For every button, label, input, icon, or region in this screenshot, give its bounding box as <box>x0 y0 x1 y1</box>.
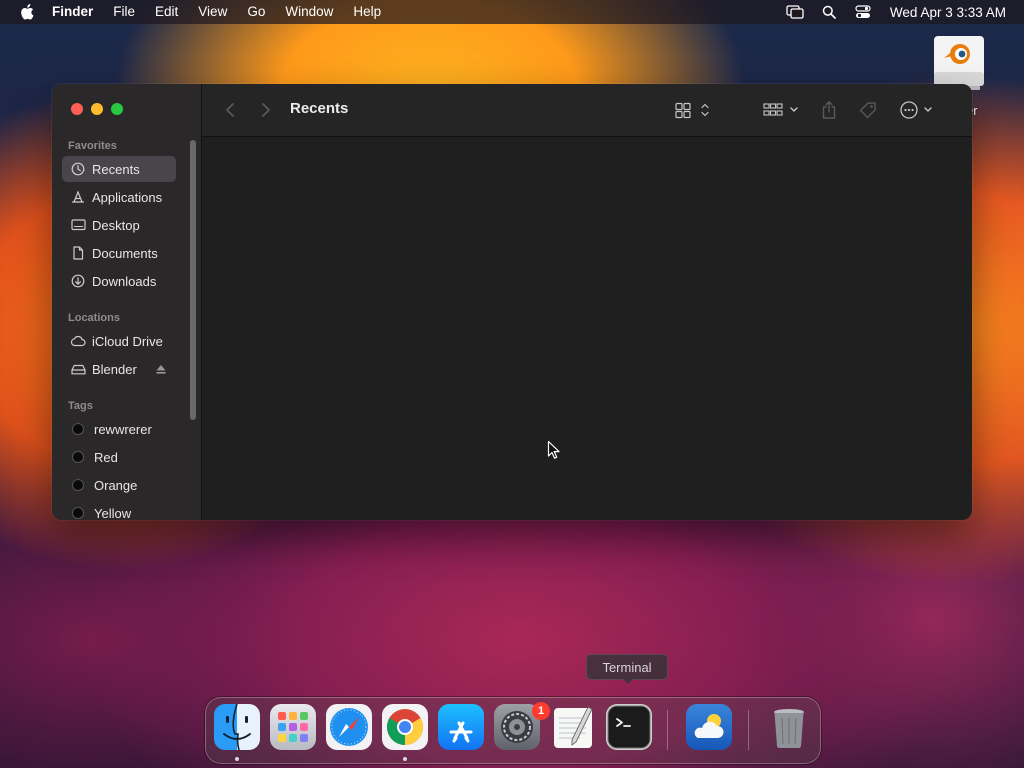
sidebar-item-label: Red <box>94 449 118 465</box>
menu-help[interactable]: Help <box>353 0 381 24</box>
sidebar-item-label: Downloads <box>92 273 157 289</box>
sidebar-tag-red[interactable]: Red <box>62 444 176 470</box>
share-icon[interactable] <box>818 98 840 122</box>
sidebar-item-label: Applications <box>92 189 163 205</box>
sidebar-scrollbar[interactable] <box>190 140 196 420</box>
dock-launchpad-icon[interactable] <box>270 704 316 750</box>
sidebar-tag-orange[interactable]: Orange <box>62 472 176 498</box>
sidebar-item-blender[interactable]: Blender <box>62 356 176 382</box>
finder-content[interactable]: Recents <box>202 84 972 520</box>
dock-separator <box>748 710 749 750</box>
dock-trash-icon[interactable] <box>766 704 812 750</box>
sidebar-item-desktop[interactable]: Desktop <box>62 212 176 238</box>
icon-view-icon[interactable] <box>672 98 712 122</box>
forward-icon[interactable] <box>256 98 276 122</box>
sidebar-item-label: iCloud Drive <box>92 333 163 349</box>
dock-app-store-icon[interactable] <box>438 704 484 750</box>
tag-color-dot <box>72 451 84 463</box>
locations-header: Locations <box>68 312 120 324</box>
window-controls <box>71 103 123 115</box>
tag-color-dot <box>72 479 84 491</box>
dock-terminal-icon[interactable] <box>606 704 652 750</box>
eject-icon[interactable] <box>154 362 168 376</box>
menu-app-name[interactable]: Finder <box>52 0 93 24</box>
tag-icon[interactable] <box>856 98 880 122</box>
minimize-button[interactable] <box>91 103 103 115</box>
dock-tooltip: Terminal <box>586 654 668 680</box>
menu-go[interactable]: Go <box>247 0 265 24</box>
sidebar-item-label: Yellow <box>94 505 132 521</box>
sidebar-tag-rewwrerer[interactable]: rewwrerer <box>62 416 176 442</box>
sidebar-item-documents[interactable]: Documents <box>62 240 176 266</box>
menu-clock[interactable]: Wed Apr 3 3:33 AM <box>890 5 1006 20</box>
dock-finder-icon[interactable] <box>214 704 260 750</box>
menu-bar: Finder File Edit View Go Window Help Wed… <box>0 0 1024 24</box>
group-icon[interactable] <box>760 98 802 122</box>
menu-window[interactable]: Window <box>285 0 333 24</box>
mouse-cursor-icon <box>547 440 561 460</box>
sidebar-item-label: Desktop <box>92 217 140 233</box>
applications-icon <box>68 184 88 210</box>
dock-running-indicator <box>235 757 239 761</box>
finder-toolbar: Recents <box>202 84 972 137</box>
window-title: Recents <box>290 100 349 117</box>
tags-header: Tags <box>68 400 93 412</box>
document-icon <box>68 240 88 266</box>
tag-color-dot <box>72 507 84 519</box>
desktop-icon <box>68 212 88 238</box>
close-button[interactable] <box>71 103 83 115</box>
apple-menu-icon[interactable] <box>18 0 36 24</box>
dock-safari-icon[interactable] <box>326 704 372 750</box>
finder-window: Favorites Recents Applications Desktop D… <box>52 84 972 520</box>
sidebar-item-label: Blender <box>92 361 137 377</box>
finder-sidebar: Favorites Recents Applications Desktop D… <box>52 84 202 520</box>
sidebar-item-downloads[interactable]: Downloads <box>62 268 176 294</box>
control-center-icon[interactable] <box>852 0 874 24</box>
download-icon <box>68 268 88 294</box>
zoom-button[interactable] <box>111 103 123 115</box>
back-icon[interactable] <box>220 98 240 122</box>
sidebar-item-icloud-drive[interactable]: iCloud Drive <box>62 328 176 354</box>
sidebar-item-label: Orange <box>94 477 138 493</box>
dock-running-indicator <box>403 757 407 761</box>
sidebar-tag-yellow[interactable]: Yellow <box>62 500 176 520</box>
screen-mirroring-icon[interactable] <box>784 0 806 24</box>
dock-weather-icon[interactable] <box>686 704 732 750</box>
sidebar-item-label: Documents <box>92 245 158 261</box>
dock-tooltip-arrow <box>622 678 634 684</box>
action-icon[interactable] <box>898 98 938 122</box>
sidebar-item-recents[interactable]: Recents <box>62 156 176 182</box>
tag-color-dot <box>72 423 84 435</box>
dock: 1 <box>205 697 821 764</box>
menu-view[interactable]: View <box>198 0 227 24</box>
sidebar-item-applications[interactable]: Applications <box>62 184 176 210</box>
dock-chrome-icon[interactable] <box>382 704 428 750</box>
sidebar-item-label: Recents <box>92 161 140 177</box>
disk-icon <box>68 356 88 382</box>
dock-textedit-icon[interactable] <box>550 704 596 750</box>
sidebar-item-label: rewwrerer <box>94 421 152 437</box>
clock-icon <box>68 156 88 182</box>
menu-edit[interactable]: Edit <box>155 0 178 24</box>
favorites-header: Favorites <box>68 140 117 152</box>
menu-file[interactable]: File <box>113 0 135 24</box>
notification-badge: 1 <box>532 702 550 720</box>
spotlight-search-icon[interactable] <box>818 0 840 24</box>
dock-separator <box>667 710 668 750</box>
cloud-icon <box>68 328 88 354</box>
